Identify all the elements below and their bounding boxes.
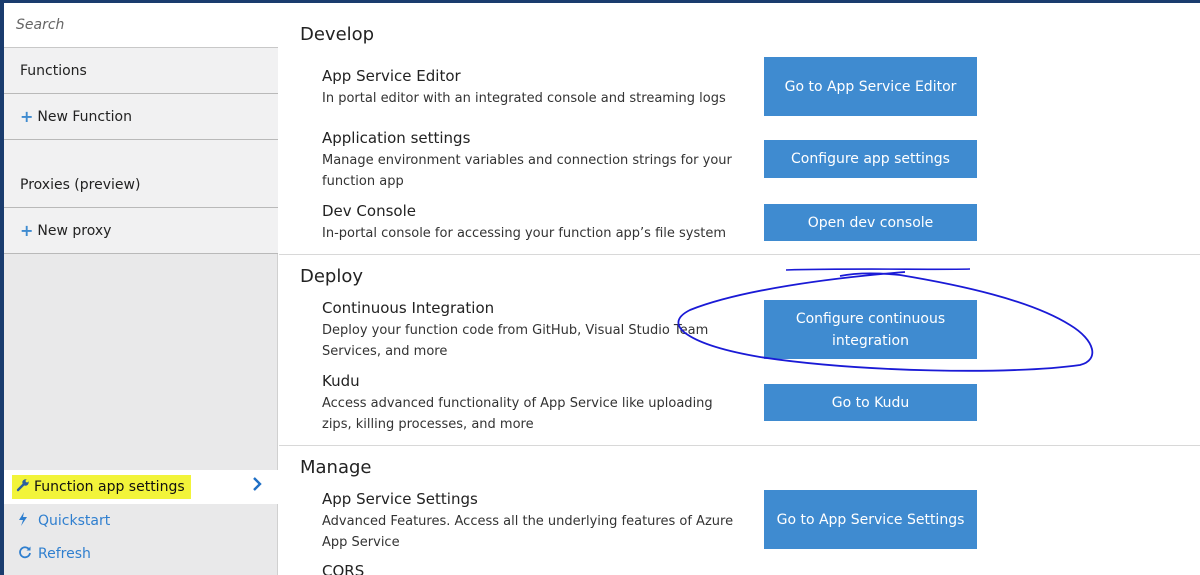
sidebar-item-new-function[interactable]: + New Function (4, 94, 278, 140)
sidebar-item-function-app-settings[interactable]: Function app settings (4, 470, 278, 504)
function-app-settings-highlight: Function app settings (12, 475, 191, 499)
lightning-icon (18, 512, 38, 530)
left-border (0, 0, 4, 575)
section-title-manage: Manage (300, 457, 372, 478)
section-divider (279, 445, 1200, 446)
search-box (4, 3, 278, 48)
quickstart-label: Quickstart (38, 513, 111, 529)
go-to-app-service-settings-button[interactable]: Go to App Service Settings (764, 490, 977, 549)
item-desc-kudu: Access advanced functionality of App Ser… (322, 396, 713, 432)
search-input[interactable] (4, 3, 278, 47)
sidebar-item-quickstart[interactable]: Quickstart (4, 505, 278, 537)
sidebar-item-functions[interactable]: Functions (4, 48, 278, 94)
go-to-kudu-button[interactable]: Go to Kudu (764, 384, 977, 421)
item-title-application-settings: Application settings (322, 129, 471, 147)
configure-app-settings-button[interactable]: Configure app settings (764, 140, 977, 178)
new-proxy-label: New proxy (37, 222, 112, 239)
sidebar-item-refresh[interactable]: Refresh (4, 538, 278, 570)
function-app-settings-label: Function app settings (34, 479, 185, 495)
new-function-label: New Function (37, 108, 132, 125)
item-title-continuous-integration: Continuous Integration (322, 299, 495, 317)
item-title-kudu: Kudu (322, 372, 360, 390)
item-title-app-service-editor: App Service Editor (322, 67, 461, 85)
sidebar-item-proxies[interactable]: Proxies (preview) (4, 140, 278, 208)
proxies-label: Proxies (preview) (20, 176, 141, 193)
wrench-icon (16, 478, 30, 496)
section-title-deploy: Deploy (300, 266, 364, 287)
item-desc-application-settings: Manage environment variables and connect… (322, 153, 732, 189)
item-title-cors: CORS (322, 562, 365, 575)
item-title-dev-console: Dev Console (322, 202, 416, 220)
sidebar-item-new-proxy[interactable]: + New proxy (4, 208, 278, 254)
refresh-label: Refresh (38, 546, 91, 562)
item-desc-app-service-editor: In portal editor with an integrated cons… (322, 91, 726, 106)
item-title-app-service-settings: App Service Settings (322, 490, 478, 508)
go-to-app-service-editor-button[interactable]: Go to App Service Editor (764, 57, 977, 116)
chevron-right-icon (252, 476, 262, 497)
section-title-develop: Develop (300, 24, 375, 45)
item-desc-continuous-integration: Deploy your function code from GitHub, V… (322, 323, 709, 359)
item-desc-dev-console: In-portal console for accessing your fun… (322, 226, 727, 241)
functions-label: Functions (20, 62, 87, 79)
refresh-icon (18, 545, 38, 563)
main-panel: Develop App Service Editor In portal edi… (279, 3, 1200, 575)
item-desc-app-service-settings: Advanced Features. Access all the underl… (322, 514, 734, 550)
section-divider (279, 254, 1200, 255)
configure-continuous-integration-button[interactable]: Configure continuous integration (764, 300, 977, 359)
top-border (0, 0, 1200, 3)
sidebar: Functions + New Function Proxies (previe… (4, 3, 278, 575)
plus-icon: + (20, 107, 34, 126)
open-dev-console-button[interactable]: Open dev console (764, 204, 977, 241)
plus-icon: + (20, 221, 34, 240)
